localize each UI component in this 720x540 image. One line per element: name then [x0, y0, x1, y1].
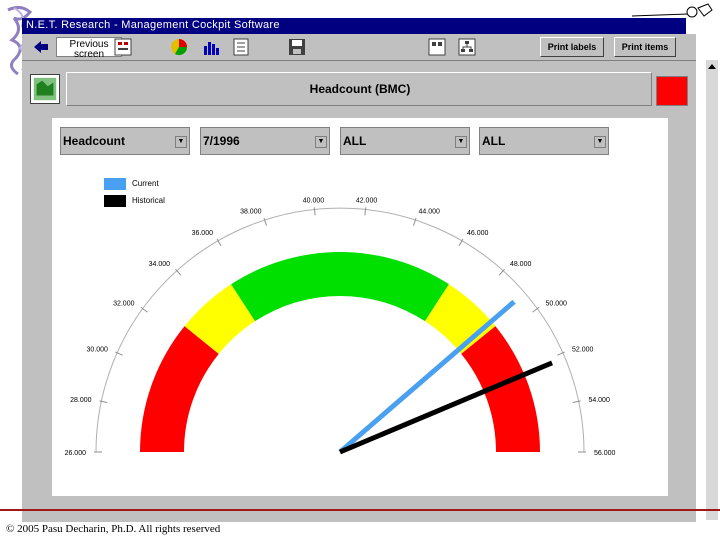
scroll-up-arrow-icon[interactable] — [706, 61, 718, 73]
cockpit-map-icon[interactable] — [30, 74, 60, 104]
back-arrow-icon[interactable] — [32, 38, 50, 56]
gauge-tick-label: 42.000 — [356, 197, 378, 204]
grid-view-icon[interactable] — [428, 38, 446, 56]
header-row: Headcount (BMC) — [22, 70, 696, 108]
gauge-tick-label: 54.000 — [588, 397, 610, 404]
bar-chart-icon[interactable] — [202, 38, 220, 56]
gauge-tick-label: 30.000 — [87, 347, 109, 354]
vertical-scrollbar[interactable] — [706, 60, 718, 520]
gauge-tick-label: 46.000 — [467, 230, 489, 237]
gauge-tick — [99, 400, 108, 404]
window-title-bar: N.E.T. Research - Management Cockpit Sof… — [22, 18, 686, 34]
gauge-tick-label: 50.000 — [545, 301, 567, 308]
gauge-band-green-2 — [231, 252, 449, 322]
gauge-tick-label: 28.000 — [70, 397, 92, 404]
gauge-tick-label: 38.000 — [240, 208, 262, 215]
status-indicator — [656, 76, 688, 106]
save-disk-icon[interactable] — [288, 38, 306, 56]
gauge-panel: Headcount ▼ 7/1996 ▼ ALL ▼ ALL ▼ Current… — [52, 118, 668, 496]
report-icon[interactable] — [114, 38, 132, 56]
gauge-tick-label: 26.000 — [65, 450, 87, 457]
header-panel: Headcount (BMC) — [66, 72, 652, 106]
gauge-tick — [364, 207, 367, 216]
copyright-text: © 2005 Pasu Decharin, Ph.D. All rights r… — [6, 523, 221, 535]
gauge-tick-label: 48.000 — [510, 261, 532, 268]
gauge-tick-label: 36.000 — [192, 230, 214, 237]
headcount-gauge: 26.000 28.000 30.000 32.000 34.000 36.000 38.0… — [65, 197, 616, 457]
print-labels-button[interactable]: Print labels — [540, 37, 604, 57]
gauge-tick — [313, 207, 316, 216]
page-title: Headcount (BMC) — [309, 82, 411, 96]
gauge-tick-label: 52.000 — [572, 347, 594, 354]
footer-divider — [0, 509, 720, 511]
gauge-tick-label: 56.000 — [594, 450, 616, 457]
document-icon[interactable] — [232, 38, 250, 56]
print-items-button[interactable]: Print items — [614, 37, 676, 57]
gauge-band-red-4 — [461, 326, 540, 452]
app-window: Previous screen Print labels Print items… — [22, 34, 718, 522]
gauge-tick-label: 32.000 — [113, 301, 135, 308]
hierarchy-icon[interactable] — [458, 38, 476, 56]
gauge-band-red-0 — [140, 326, 219, 452]
toolbar: Previous screen Print labels Print items — [22, 34, 696, 61]
window-title: N.E.T. Research - Management Cockpit Sof… — [26, 19, 280, 31]
pie-chart-icon[interactable] — [170, 38, 188, 56]
gauge-tick-label: 40.000 — [303, 197, 325, 204]
gauge-tick-label: 34.000 — [149, 261, 171, 268]
previous-screen-button[interactable]: Previous screen — [56, 37, 122, 60]
gauge-tick — [572, 400, 581, 404]
gauge-tick-label: 44.000 — [418, 208, 440, 215]
